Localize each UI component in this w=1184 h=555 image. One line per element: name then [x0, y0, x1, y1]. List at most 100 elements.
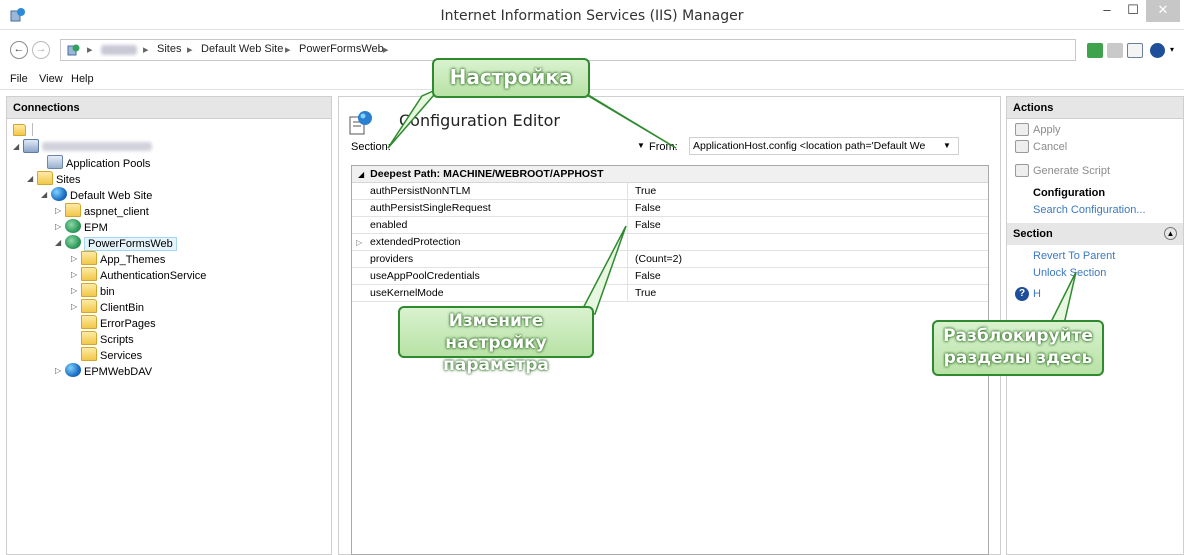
title-bar: Internet Information Services (IIS) Mana…	[0, 0, 1184, 30]
help-dropdown-icon[interactable]: ▾	[1170, 45, 1174, 54]
expand-icon[interactable]: ▷	[71, 283, 81, 299]
tree-node-scripts[interactable]: Scripts	[81, 331, 134, 347]
help-link[interactable]: H	[1033, 288, 1041, 300]
page-title: Configuration Editor	[399, 111, 560, 130]
expand-icon[interactable]: ▷	[71, 299, 81, 315]
configuration-heading: Configuration	[1033, 187, 1106, 199]
collapse-icon[interactable]: ◢	[358, 170, 364, 179]
folder-icon	[81, 347, 97, 361]
menu-bar: File View Help	[0, 68, 1184, 90]
apply-action[interactable]: Apply	[1033, 124, 1061, 136]
folder-icon	[81, 283, 97, 297]
cancel-action[interactable]: Cancel	[1033, 141, 1067, 153]
menu-file[interactable]: File	[10, 73, 28, 85]
expand-icon[interactable]: ▷	[55, 203, 65, 219]
breadcrumb-separator: ▸	[143, 44, 149, 56]
tree-node-authenticationservice[interactable]: ▷ AuthenticationService	[71, 267, 206, 283]
menu-help[interactable]: Help	[71, 73, 94, 85]
tree-node-sites[interactable]: ◢ Sites	[27, 171, 80, 187]
breadcrumb-sites[interactable]: Sites	[157, 43, 181, 55]
tree-node-default-web-site[interactable]: ◢ Default Web Site	[41, 187, 152, 203]
property-row[interactable]: enabled False	[352, 217, 988, 234]
collapse-icon[interactable]: ▲	[1164, 227, 1177, 240]
tree-node-bin[interactable]: ▷ bin	[71, 283, 115, 299]
breadcrumb-separator: ▸	[187, 44, 193, 56]
section-header: Section ▲	[1007, 223, 1183, 245]
blurred-server-name	[101, 45, 137, 55]
application-pools-icon	[47, 155, 63, 169]
web-application-icon	[65, 235, 81, 249]
callout-unlock-sections: Разблокируйте разделы здесь	[932, 320, 1104, 376]
tree-node-epmwebdav[interactable]: ▷ EPMWebDAV	[55, 363, 152, 379]
collapse-icon[interactable]: ◢	[41, 187, 51, 203]
tree-node-powerformsweb[interactable]: ◢ PowerFormsWeb	[55, 235, 177, 251]
minimize-button[interactable]: –	[1094, 0, 1120, 22]
property-row[interactable]: authPersistNonNTLM True	[352, 183, 988, 200]
tree-node-application-pools[interactable]: Application Pools	[47, 155, 150, 171]
search-configuration-link[interactable]: Search Configuration...	[1033, 204, 1146, 216]
section-dropdown-icon[interactable]: ▼	[637, 141, 645, 150]
globe-icon	[65, 363, 81, 377]
maximize-button[interactable]: ☐	[1120, 0, 1146, 22]
breadcrumb-default-web-site[interactable]: Default Web Site	[201, 43, 283, 55]
from-select[interactable]: ApplicationHost.config <location path='D…	[689, 137, 959, 155]
folder-icon	[81, 251, 97, 265]
connections-header: Connections	[7, 97, 331, 119]
close-button[interactable]: ✕	[1146, 0, 1180, 22]
configuration-editor-icon	[347, 109, 375, 137]
generate-script-icon	[1015, 164, 1029, 177]
expand-icon[interactable]: ▷	[71, 267, 81, 283]
property-group-header[interactable]: ◢ Deepest Path: MACHINE/WEBROOT/APPHOST	[352, 166, 988, 183]
tree-node-aspnet-client[interactable]: ▷ aspnet_client	[55, 203, 149, 219]
tree-node-epm[interactable]: ▷ EPM	[55, 219, 108, 235]
help-icon[interactable]	[1150, 43, 1165, 58]
expand-icon[interactable]: ▷	[55, 363, 65, 379]
connections-panel: Connections ◢ Application Pools ◢ Sites ◢…	[6, 96, 332, 555]
back-button[interactable]: ←	[10, 41, 28, 59]
server-icon	[23, 139, 39, 153]
window-title: Internet Information Services (IIS) Mana…	[440, 8, 744, 24]
tree-node-server[interactable]: ◢	[13, 139, 152, 155]
expand-icon[interactable]: ▷	[71, 251, 81, 267]
breadcrumb-separator: ▸	[87, 44, 93, 56]
tree-node-clientbin[interactable]: ▷ ClientBin	[71, 299, 144, 315]
toolbar-divider	[32, 123, 34, 136]
callout-change-setting: Измените настройку параметра	[398, 306, 594, 375]
unlock-section-link[interactable]: Unlock Section	[1033, 267, 1106, 279]
expand-icon[interactable]: ▷	[55, 219, 65, 235]
menu-view[interactable]: View	[39, 73, 63, 85]
help-icon: ?	[1015, 287, 1029, 301]
property-row[interactable]: useKernelMode True	[352, 285, 988, 302]
collapse-icon[interactable]: ◢	[27, 171, 37, 187]
folder-icon	[81, 299, 97, 313]
breadcrumb-powerformsweb[interactable]: PowerFormsWeb	[299, 43, 384, 55]
sites-icon	[37, 171, 53, 185]
tree-node-services[interactable]: Services	[81, 347, 142, 363]
stop-icon[interactable]	[1107, 43, 1123, 58]
actions-header: Actions	[1007, 97, 1183, 119]
from-label: From:	[649, 141, 678, 153]
apply-icon	[1015, 123, 1029, 136]
tree-node-errorpages[interactable]: ErrorPages	[81, 315, 156, 331]
property-row[interactable]: authPersistSingleRequest False	[352, 200, 988, 217]
property-row[interactable]: useAppPoolCredentials False	[352, 268, 988, 285]
globe-icon	[51, 187, 67, 201]
cancel-icon	[1015, 140, 1029, 153]
generate-script-action[interactable]: Generate Script	[1033, 165, 1110, 177]
address-bar: ← → ▸ ▸ Sites ▸ Default Web Site ▸ Power…	[0, 30, 1184, 68]
connect-icon[interactable]	[1087, 43, 1103, 58]
folder-icon	[81, 315, 97, 329]
collapse-icon[interactable]: ◢	[13, 139, 23, 155]
revert-to-parent-link[interactable]: Revert To Parent	[1033, 250, 1115, 262]
property-row[interactable]: providers (Count=2)	[352, 251, 988, 268]
home-icon[interactable]	[1127, 43, 1143, 58]
collapse-icon[interactable]: ◢	[55, 235, 65, 251]
forward-button[interactable]: →	[32, 41, 50, 59]
from-dropdown-icon[interactable]: ▼	[943, 141, 951, 150]
breadcrumb-separator: ▸	[285, 44, 291, 56]
property-row[interactable]: ▷ extendedProtection	[352, 234, 988, 251]
folder-icon	[65, 203, 81, 217]
new-connection-icon[interactable]	[13, 124, 26, 136]
tree-node-app-themes[interactable]: ▷ App_Themes	[71, 251, 165, 267]
section-label: Section:	[351, 141, 391, 153]
